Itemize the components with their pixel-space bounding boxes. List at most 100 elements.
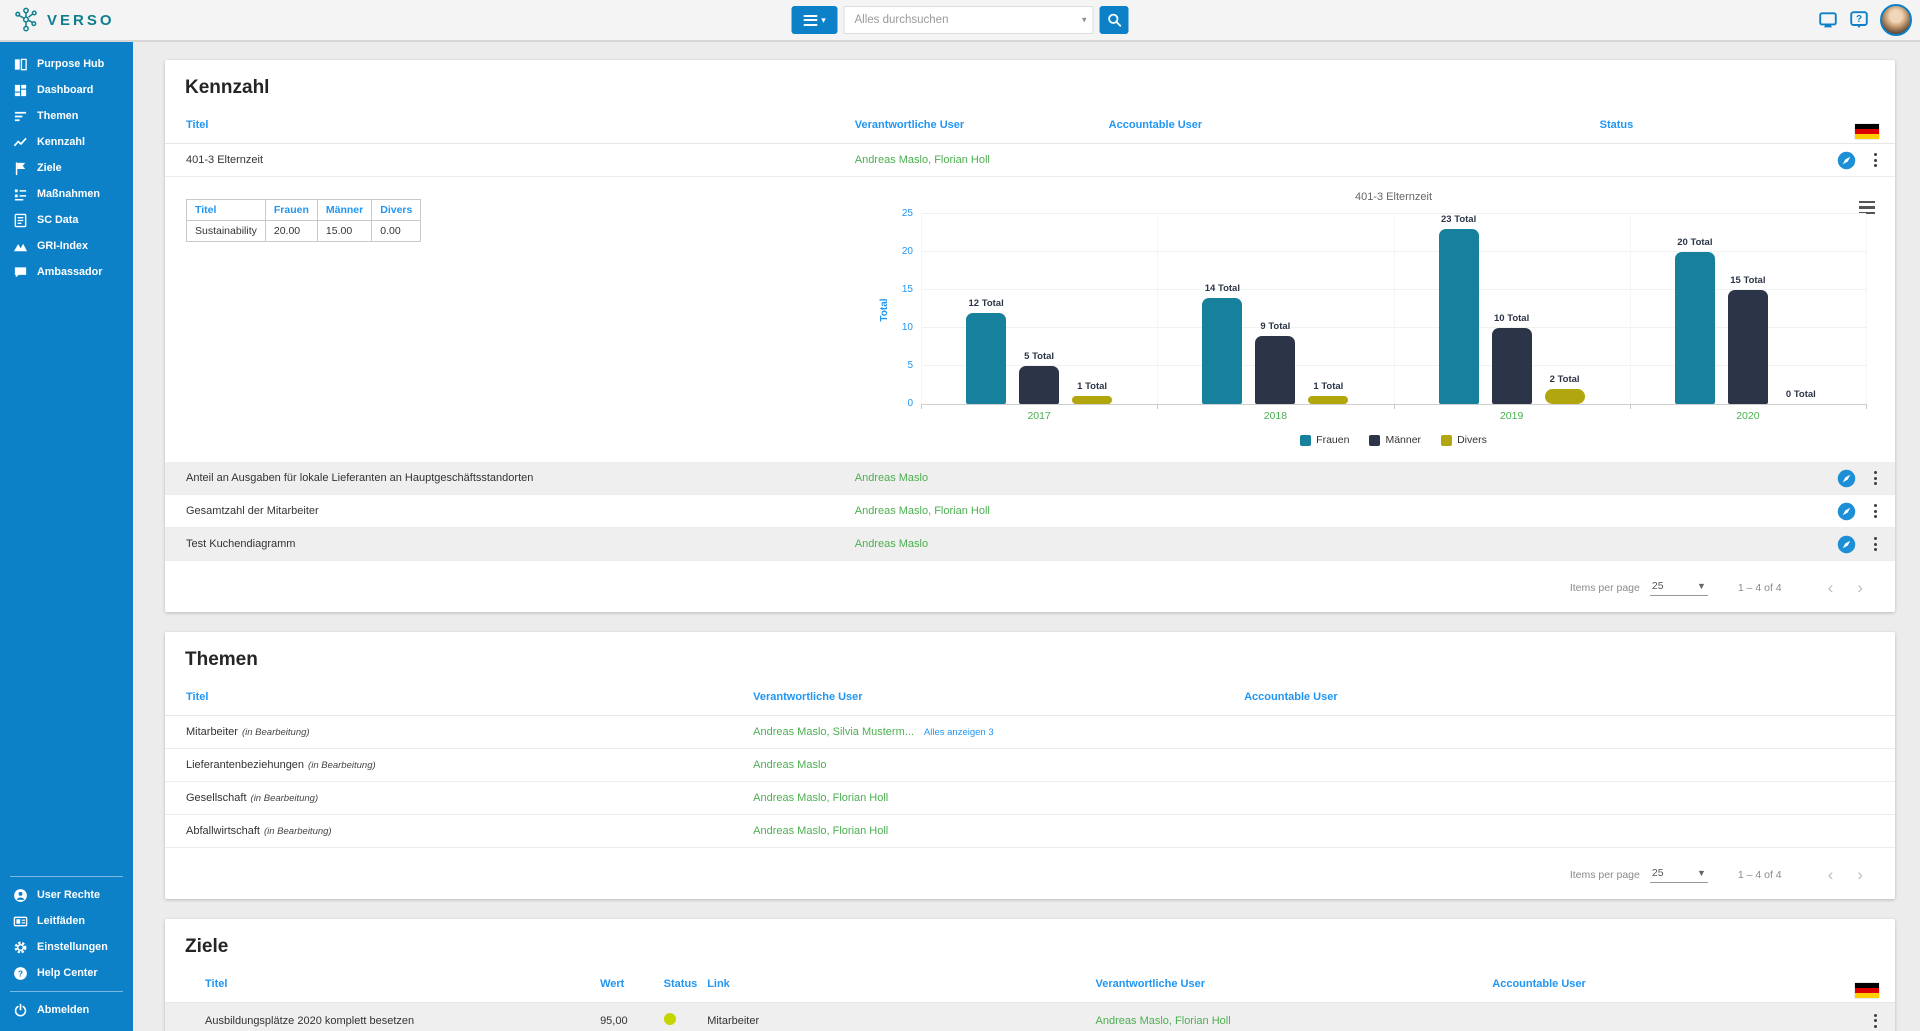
global-search: ▾ ▾ [792,6,1129,34]
sidebar-item-ma-nahmen[interactable]: Maßnahmen [0,181,133,207]
chart-bar-slot: 1 Total [1072,215,1112,404]
thema-verantwortliche-names[interactable]: Andreas Maslo [753,759,826,771]
row-menu-icon[interactable] [1872,535,1879,553]
column-verantwortliche-user[interactable]: Verantwortliche User [855,119,1109,131]
kennzahl-row[interactable]: Anteil an Ausgaben für lokale Lieferante… [165,462,1895,495]
search-category-button[interactable]: ▾ [792,6,838,34]
card-icon [13,914,28,929]
kennzahl-title: Kennzahl [165,60,1895,109]
detail-table-cell: 0.00 [372,221,421,242]
items-per-page-select[interactable]: 25 ▼ [1650,866,1708,883]
chart-bar-slot: 12 Total [966,215,1006,404]
chart-x-tick-label: 2019 [1394,405,1630,422]
goal-link[interactable]: Mitarbeiter [707,1015,1095,1027]
search-scope-caret-icon[interactable]: ▾ [1082,15,1087,26]
column-verantwortliche-user[interactable]: Verantwortliche User [1096,978,1493,990]
monitor-icon[interactable] [1818,10,1838,30]
pagination-prev-button[interactable]: ‹ [1816,579,1846,596]
goal-verantwortliche[interactable]: Andreas Maslo, Florian Holl [1096,1015,1493,1027]
column-accountable-user[interactable]: Accountable User [1492,978,1845,990]
kennzahl-row[interactable]: Test KuchendiagrammAndreas Maslo [165,528,1895,561]
chart-bar-groups: 12 Total5 Total1 Total14 Total9 Total1 T… [921,215,1866,404]
chart-axis-tick [1630,404,1631,409]
sidebar-item-dashboard[interactable]: Dashboard [0,77,133,103]
column-titel[interactable]: Titel [186,691,753,703]
row-menu-icon[interactable] [1872,1012,1879,1030]
themen-row[interactable]: Lieferantenbeziehungen(in Bearbeitung)An… [165,749,1895,782]
sidebar-item-label: Abmelden [37,1004,89,1016]
legend-item-divers[interactable]: Divers [1441,434,1487,446]
thema-verantwortliche: Andreas Maslo, Florian Holl [753,792,1244,804]
user-avatar[interactable] [1880,4,1912,36]
chart-bar-slot: 15 Total [1728,215,1768,404]
sidebar-item-kennzahl[interactable]: Kennzahl [0,129,133,155]
themen-row[interactable]: Abfallwirtschaft(in Bearbeitung)Andreas … [165,815,1895,848]
compass-icon[interactable] [1837,502,1856,521]
german-flag-icon[interactable] [1855,124,1879,139]
kennzahl-row[interactable]: Gesamtzahl der MitarbeiterAndreas Maslo,… [165,495,1895,528]
pagination-next-button[interactable]: › [1845,579,1875,596]
ziele-row[interactable]: Ausbildungsplätze 2020 komplett besetzen… [165,1003,1895,1031]
chart-axis-tick [1866,404,1867,409]
ziele-card: Ziele Titel Wert Status Link Verantwortl… [165,919,1895,1031]
topbar-actions: ? [1818,4,1912,36]
search-input[interactable] [844,6,1094,34]
sidebar-item-purpose-hub[interactable]: Purpose Hub [0,51,133,77]
legend-item-m-nner[interactable]: Männer [1369,434,1421,446]
thema-verantwortliche-names[interactable]: Andreas Maslo, Florian Holl [753,792,888,804]
column-link[interactable]: Link [707,978,1095,990]
thema-titel: Abfallwirtschaft(in Bearbeitung) [186,825,753,837]
compass-icon[interactable] [1837,469,1856,488]
compass-icon[interactable] [1837,535,1856,554]
sidebar-item-ziele[interactable]: Ziele [0,155,133,181]
sidebar-item-help-center[interactable]: ?Help Center [0,960,133,986]
kennzahl-row-expanded[interactable]: 401-3 Elternzeit Andreas Maslo, Florian … [165,144,1895,177]
chart-bar-value-label: 2 Total [1550,374,1580,385]
chart-bar-value-label: 5 Total [1024,351,1054,362]
sidebar-item-leitf-den[interactable]: Leitfäden [0,908,133,934]
kpi-verantwortliche[interactable]: Andreas Maslo [855,472,1109,484]
kpi-verantwortliche[interactable]: Andreas Maslo, Florian Holl [855,505,1109,517]
help-bubble-icon[interactable]: ? [1849,10,1869,30]
column-accountable-user[interactable]: Accountable User [1244,691,1879,703]
show-all-link[interactable]: Alles anzeigen 3 [924,727,994,738]
column-verantwortliche-user[interactable]: Verantwortliche User [753,691,1244,703]
sidebar-item-sc-data[interactable]: SC Data [0,207,133,233]
items-per-page-select[interactable]: 25 ▼ [1650,579,1708,596]
sidebar: Purpose HubDashboardThemenKennzahlZieleM… [0,42,133,1031]
pagination-prev-button[interactable]: ‹ [1816,866,1846,883]
themen-row[interactable]: Mitarbeiter(in Bearbeitung)Andreas Maslo… [165,716,1895,749]
row-menu-icon[interactable] [1872,151,1879,169]
column-titel[interactable]: Titel [186,119,855,131]
themen-table-header: Titel Verantwortliche User Accountable U… [165,681,1895,716]
kpi-verantwortliche[interactable]: Andreas Maslo [855,538,1109,550]
kpi-verantwortliche[interactable]: Andreas Maslo, Florian Holl [855,154,1109,166]
gear-icon [13,940,28,955]
column-status[interactable]: Status [1600,119,1803,131]
search-submit-button[interactable] [1100,6,1129,34]
sidebar-item-einstellungen[interactable]: Einstellungen [0,934,133,960]
column-status[interactable]: Status [664,978,708,990]
sidebar-item-abmelden[interactable]: Abmelden [0,997,133,1023]
sidebar-item-ambassador[interactable]: Ambassador [0,259,133,285]
thema-verantwortliche-names[interactable]: Andreas Maslo, Florian Holl [753,825,888,837]
row-menu-icon[interactable] [1872,502,1879,520]
chart-bar-value-label: 1 Total [1313,381,1343,392]
sidebar-item-user-rechte[interactable]: User Rechte [0,882,133,908]
sidebar-item-themen[interactable]: Themen [0,103,133,129]
row-actions [1803,535,1879,554]
themen-row[interactable]: Gesellschaft(in Bearbeitung)Andreas Masl… [165,782,1895,815]
pagination-next-button[interactable]: › [1845,866,1875,883]
sidebar-item-label: SC Data [37,214,78,226]
column-titel[interactable]: Titel [205,978,600,990]
german-flag-icon[interactable] [1855,983,1879,998]
sidebar-item-gri-index[interactable]: GRI-Index [0,233,133,259]
row-menu-icon[interactable] [1872,469,1879,487]
column-accountable-user[interactable]: Accountable User [1109,119,1600,131]
column-wert[interactable]: Wert [600,978,664,990]
verso-logo[interactable]: VERSO [0,6,150,34]
compass-icon[interactable] [1837,151,1856,170]
thema-verantwortliche-names[interactable]: Andreas Maslo, Silvia Musterm... [753,726,914,738]
power-icon [13,1003,28,1018]
legend-item-frauen[interactable]: Frauen [1300,434,1349,446]
